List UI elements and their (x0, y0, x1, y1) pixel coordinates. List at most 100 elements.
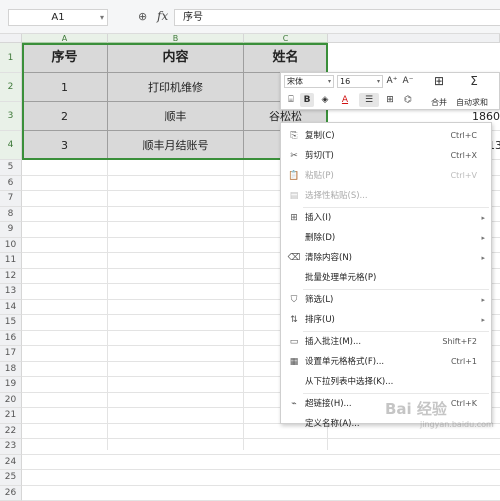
menu-item[interactable]: ⇅排序(U) ▸ (281, 310, 491, 330)
row-header[interactable]: 23 (0, 439, 22, 455)
row-header[interactable]: 26 (0, 486, 22, 501)
row-header[interactable]: 7 (0, 191, 22, 207)
row-header[interactable]: 5 (0, 160, 22, 176)
grow-font-button[interactable]: A⁺ (385, 74, 399, 88)
merge-icon[interactable]: ⊞ (431, 74, 447, 88)
menu-item: 📋粘贴(P) Ctrl+V (281, 166, 491, 186)
menu-item[interactable]: 批量处理单元格(P) (281, 268, 491, 288)
row-header[interactable]: 1 (0, 43, 22, 73)
comment-icon: ▭ (287, 332, 301, 352)
submenu-arrow-icon: ▸ (481, 310, 485, 330)
row-header[interactable]: 16 (0, 331, 22, 347)
autosum-button-label[interactable]: 自动求和 (456, 97, 488, 108)
cell-a1[interactable]: 序号 (22, 43, 108, 73)
font-name-select[interactable]: 宋体 ▾ (284, 75, 334, 88)
menu-item-shortcut: Ctrl+V (451, 166, 477, 186)
submenu-arrow-icon: ▸ (481, 208, 485, 228)
menu-item-shortcut: Ctrl+K (451, 394, 477, 414)
row-header[interactable]: 2 (0, 73, 22, 102)
row-header[interactable]: 9 (0, 222, 22, 238)
column-header-c[interactable]: C (244, 34, 328, 43)
row-header[interactable]: 18 (0, 362, 22, 378)
menu-item[interactable]: ▭插入批注(M)...Shift+F2 (281, 332, 491, 352)
menu-item-label: 复制(C) (305, 126, 335, 146)
align-center-icon[interactable]: ☰ (359, 93, 379, 107)
menu-item[interactable]: ⛉筛选(L)▸ (281, 290, 491, 310)
cell-c1[interactable]: 姓名 (244, 43, 328, 73)
fx-icon[interactable]: fx (157, 9, 168, 23)
menu-item-label: 超链接(H)... (305, 394, 352, 414)
font-name-value: 宋体 (287, 77, 303, 86)
submenu-arrow-icon: ▸ (481, 228, 485, 248)
menu-item[interactable]: ⊞插入(I)▸ (281, 208, 491, 228)
menu-item-label: 清除内容(N) (305, 248, 352, 268)
chevron-down-icon: ▾ (328, 76, 331, 87)
row-header[interactable]: 24 (0, 455, 22, 471)
row-header[interactable]: 15 (0, 315, 22, 331)
cell-b4[interactable]: 顺丰月结账号 (108, 131, 244, 160)
cell-b3[interactable]: 顺丰 (108, 102, 244, 131)
merge-button-label[interactable]: 合并 (431, 97, 447, 108)
cell-a3[interactable]: 2 (22, 102, 108, 131)
row-header[interactable]: 19 (0, 377, 22, 393)
row-header[interactable]: 20 (0, 393, 22, 409)
row-header[interactable]: 10 (0, 238, 22, 254)
menu-item[interactable]: 从下拉列表中选择(K)... (281, 372, 491, 392)
autosum-icon[interactable]: Σ (466, 74, 482, 88)
menu-item-shortcut: Ctrl+C (450, 126, 477, 146)
row-header[interactable]: 21 (0, 408, 22, 424)
menu-item-label: 删除(D) (305, 228, 335, 248)
bold-button[interactable]: B (300, 93, 314, 107)
menu-item[interactable]: ✂剪切(T)Ctrl+X (281, 146, 491, 166)
menu-item-label: 粘贴(P) (305, 166, 334, 186)
cell-a4[interactable]: 3 (22, 131, 108, 160)
format-icon[interactable]: ⌬ (401, 93, 415, 107)
grid-row-line (22, 485, 500, 486)
row-header[interactable]: 4 (0, 131, 22, 160)
font-size-select[interactable]: 16▾ (337, 75, 383, 88)
grid-row-line (22, 469, 500, 470)
select-all-corner[interactable] (0, 34, 22, 43)
cell-a2[interactable]: 1 (22, 73, 108, 102)
name-box-value: A1 (51, 12, 64, 23)
row-header[interactable]: 6 (0, 176, 22, 192)
formula-input[interactable]: 序号 (174, 9, 500, 26)
name-box[interactable]: A1 ▾ (8, 9, 108, 26)
font-size-value: 16 (340, 77, 350, 86)
row-header[interactable]: 12 (0, 269, 22, 285)
menu-item[interactable]: ▦设置单元格格式(F)...Ctrl+1 (281, 352, 491, 372)
row-header[interactable]: 22 (0, 424, 22, 440)
fill-color-icon[interactable]: ◈ (317, 93, 333, 107)
menu-item-shortcut: Ctrl+X (451, 146, 477, 166)
column-header-b[interactable]: B (108, 34, 244, 43)
font-color-button[interactable]: A (337, 93, 353, 107)
shrink-font-button[interactable]: A⁻ (401, 74, 415, 88)
column-header-d[interactable] (328, 34, 500, 43)
column-header-a[interactable]: A (22, 34, 108, 43)
menu-item[interactable]: ⌫清除内容(N) ▸ (281, 248, 491, 268)
cell-b2[interactable]: 打印机维修 (108, 73, 244, 102)
format-painter-icon[interactable]: ⌸ (284, 93, 298, 107)
row-header[interactable]: 25 (0, 470, 22, 486)
insert-icon: ⊞ (287, 208, 301, 228)
border-icon[interactable]: ⊞ (382, 93, 398, 107)
paste-icon: 📋 (287, 166, 301, 186)
menu-item[interactable]: 删除(D) ▸ (281, 228, 491, 248)
chevron-down-icon[interactable]: ▾ (100, 10, 104, 25)
menu-item-label: 排序(U) (305, 310, 335, 330)
mini-toolbar: 宋体 ▾ 16▾ A⁺ A⁻ ⊞ Σ ⌸ B ◈ A ☰ ⊞ ⌬ 合并 自动求和 (280, 72, 500, 110)
zoom-icon[interactable]: ⊕ (138, 10, 147, 23)
row-header[interactable]: 17 (0, 346, 22, 362)
row-header[interactable]: 14 (0, 300, 22, 316)
submenu-arrow-icon: ▸ (481, 248, 485, 268)
clear-icon: ⌫ (287, 248, 301, 268)
grid-row-line (22, 454, 500, 455)
row-header[interactable]: 11 (0, 253, 22, 269)
cell-b1[interactable]: 内容 (108, 43, 244, 73)
row-header[interactable]: 3 (0, 102, 22, 131)
menu-item[interactable]: ⎘复制(C)Ctrl+C (281, 126, 491, 146)
row-header[interactable]: 13 (0, 284, 22, 300)
menu-item-label: 从下拉列表中选择(K)... (305, 372, 393, 392)
row-header[interactable]: 8 (0, 207, 22, 223)
sort-icon: ⇅ (287, 310, 301, 330)
